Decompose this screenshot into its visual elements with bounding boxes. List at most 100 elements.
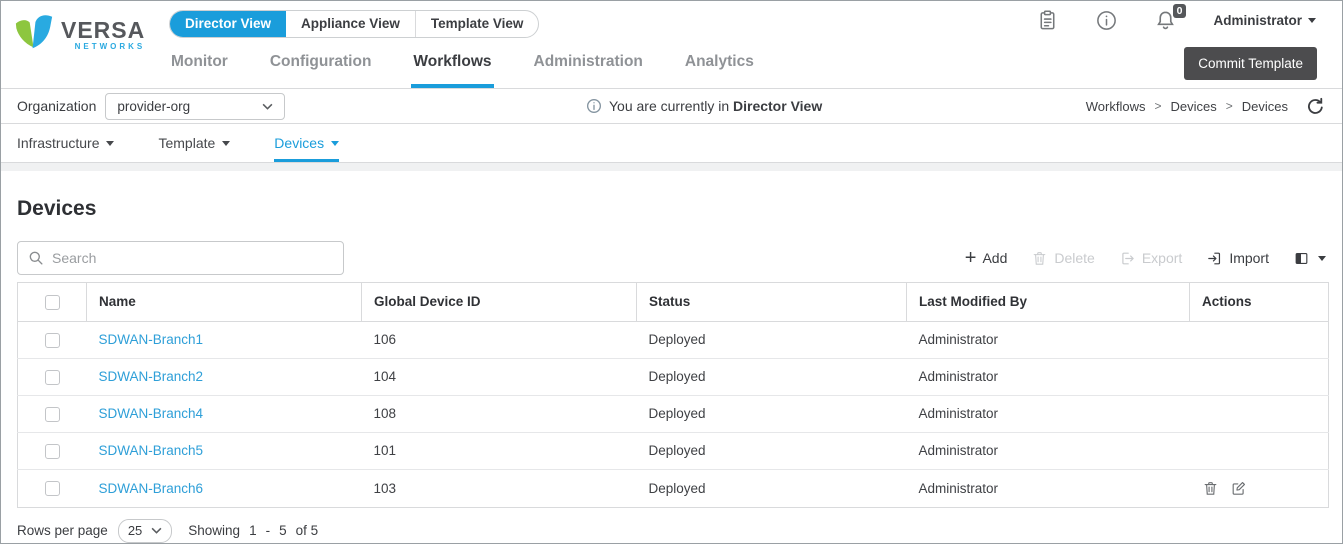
table-row: SDWAN-Branch4 108 Deployed Administrator — [18, 395, 1329, 432]
chevron-down-icon — [222, 141, 230, 146]
column-picker-button[interactable] — [1293, 250, 1326, 267]
versa-logo: VERSA NETWORKS — [13, 13, 145, 53]
column-header-name[interactable]: Name — [87, 283, 362, 322]
delete-button[interactable]: Delete — [1031, 250, 1094, 267]
device-name-link[interactable]: SDWAN-Branch5 — [99, 443, 204, 458]
subnav-template-label: Template — [158, 135, 215, 151]
export-button-label: Export — [1142, 250, 1182, 266]
versa-logo-icon — [13, 13, 55, 53]
table-row: SDWAN-Branch2 104 Deployed Administrator — [18, 358, 1329, 395]
chevron-down-icon — [1308, 18, 1316, 23]
device-name-link[interactable]: SDWAN-Branch4 — [99, 406, 204, 421]
subnav-devices[interactable]: Devices — [274, 124, 339, 162]
tab-appliance-view[interactable]: Appliance View — [286, 11, 415, 37]
view-switcher: Director View Appliance View Template Vi… — [169, 10, 539, 38]
plus-icon: + — [965, 251, 977, 265]
row-checkbox[interactable] — [45, 481, 60, 496]
nav-analytics[interactable]: Analytics — [683, 53, 756, 88]
column-header-actions: Actions — [1190, 283, 1329, 322]
versa-director-app: { "colors": { "accent": "#1a9ddb", "link… — [0, 0, 1343, 544]
devices-table-header: Name Global Device ID Status Last Modifi… — [18, 283, 1329, 322]
banner-prefix: You are currently in — [609, 98, 729, 114]
device-name-link[interactable]: SDWAN-Branch2 — [99, 369, 204, 384]
info-icon — [586, 98, 602, 114]
global-device-id-cell: 103 — [362, 469, 637, 507]
showing-from: 1 — [249, 523, 257, 538]
chevron-down-icon — [331, 141, 339, 146]
subnav-devices-label: Devices — [274, 135, 324, 151]
brand-subtitle: NETWORKS — [75, 42, 146, 51]
organization-select[interactable]: provider-org — [105, 93, 285, 120]
breadcrumb: Workflows > Devices > Devices — [1086, 96, 1326, 117]
versa-logo-text: VERSA NETWORKS — [61, 19, 145, 51]
row-checkbox[interactable] — [45, 333, 60, 348]
user-menu[interactable]: Administrator — [1213, 13, 1316, 28]
row-checkbox[interactable] — [45, 444, 60, 459]
organization-bar: Organization provider-org You are curren… — [1, 89, 1342, 124]
column-header-status[interactable]: Status — [637, 283, 907, 322]
export-icon — [1119, 250, 1136, 267]
rows-per-page-label: Rows per page — [17, 523, 108, 538]
nav-workflows[interactable]: Workflows — [411, 53, 493, 88]
import-button-label: Import — [1229, 250, 1269, 266]
nav-administration[interactable]: Administration — [532, 53, 645, 88]
breadcrumb-separator: > — [1226, 99, 1233, 113]
breadcrumb-devices-current[interactable]: Devices — [1242, 99, 1288, 114]
current-view-banner: You are currently in Director View — [586, 98, 822, 114]
tab-template-view[interactable]: Template View — [415, 11, 539, 37]
header-utilities: 0 Administrator — [1036, 9, 1316, 32]
status-cell: Deployed — [637, 395, 907, 432]
chevron-down-icon — [1318, 256, 1326, 261]
import-button[interactable]: Import — [1206, 250, 1269, 267]
add-button-label: Add — [982, 250, 1007, 266]
subnav-infrastructure[interactable]: Infrastructure — [17, 124, 114, 162]
export-button[interactable]: Export — [1119, 250, 1182, 267]
status-cell: Deployed — [637, 358, 907, 395]
subnav-template[interactable]: Template — [158, 124, 230, 162]
import-icon — [1206, 250, 1223, 267]
nav-configuration[interactable]: Configuration — [268, 53, 374, 88]
column-header-last-modified-by[interactable]: Last Modified By — [907, 283, 1190, 322]
select-all-checkbox[interactable] — [45, 295, 60, 310]
tasks-icon[interactable] — [1036, 9, 1059, 32]
breadcrumb-devices[interactable]: Devices — [1170, 99, 1216, 114]
row-checkbox[interactable] — [45, 407, 60, 422]
banner-view-name: Director View — [733, 98, 822, 114]
last-modified-by-cell: Administrator — [907, 395, 1190, 432]
column-header-global-device-id[interactable]: Global Device ID — [362, 283, 637, 322]
global-device-id-cell: 104 — [362, 358, 637, 395]
nav-monitor[interactable]: Monitor — [169, 53, 230, 88]
current-view-text: You are currently in Director View — [609, 98, 822, 114]
edit-icon[interactable] — [1230, 480, 1247, 497]
rows-per-page-select[interactable]: 25 — [118, 519, 172, 543]
trash-icon — [1031, 250, 1048, 267]
tab-director-view[interactable]: Director View — [170, 11, 286, 37]
showing-label: Showing — [188, 523, 240, 538]
showing-to: 5 — [279, 523, 287, 538]
page-title: Devices — [17, 197, 1326, 221]
row-checkbox[interactable] — [45, 370, 60, 385]
showing-summary: Showing 1 - 5 of 5 — [188, 523, 318, 538]
column-picker-icon — [1293, 250, 1310, 267]
add-button[interactable]: + Add — [965, 250, 1008, 266]
search-input[interactable] — [52, 250, 333, 266]
breadcrumb-separator: > — [1154, 99, 1161, 113]
info-icon[interactable] — [1095, 9, 1118, 32]
rows-per-page-value: 25 — [128, 523, 142, 538]
device-name-link[interactable]: SDWAN-Branch6 — [99, 481, 204, 496]
subnav-infrastructure-label: Infrastructure — [17, 135, 99, 151]
device-name-link[interactable]: SDWAN-Branch1 — [99, 332, 204, 347]
trash-icon[interactable] — [1202, 480, 1219, 497]
chevron-down-icon — [106, 141, 114, 146]
status-cell: Deployed — [637, 321, 907, 358]
notifications-icon[interactable]: 0 — [1154, 9, 1177, 32]
row-actions — [1202, 480, 1317, 497]
table-toolbar: + Add Delete Export — [17, 241, 1326, 275]
commit-template-button[interactable]: Commit Template — [1184, 47, 1317, 80]
app-header: VERSA NETWORKS Director View Appliance V… — [1, 1, 1342, 89]
showing-separator: - — [266, 523, 271, 538]
last-modified-by-cell: Administrator — [907, 432, 1190, 469]
refresh-icon[interactable] — [1305, 96, 1326, 117]
workflows-subnav: Infrastructure Template Devices — [1, 124, 1342, 163]
breadcrumb-workflows[interactable]: Workflows — [1086, 99, 1146, 114]
